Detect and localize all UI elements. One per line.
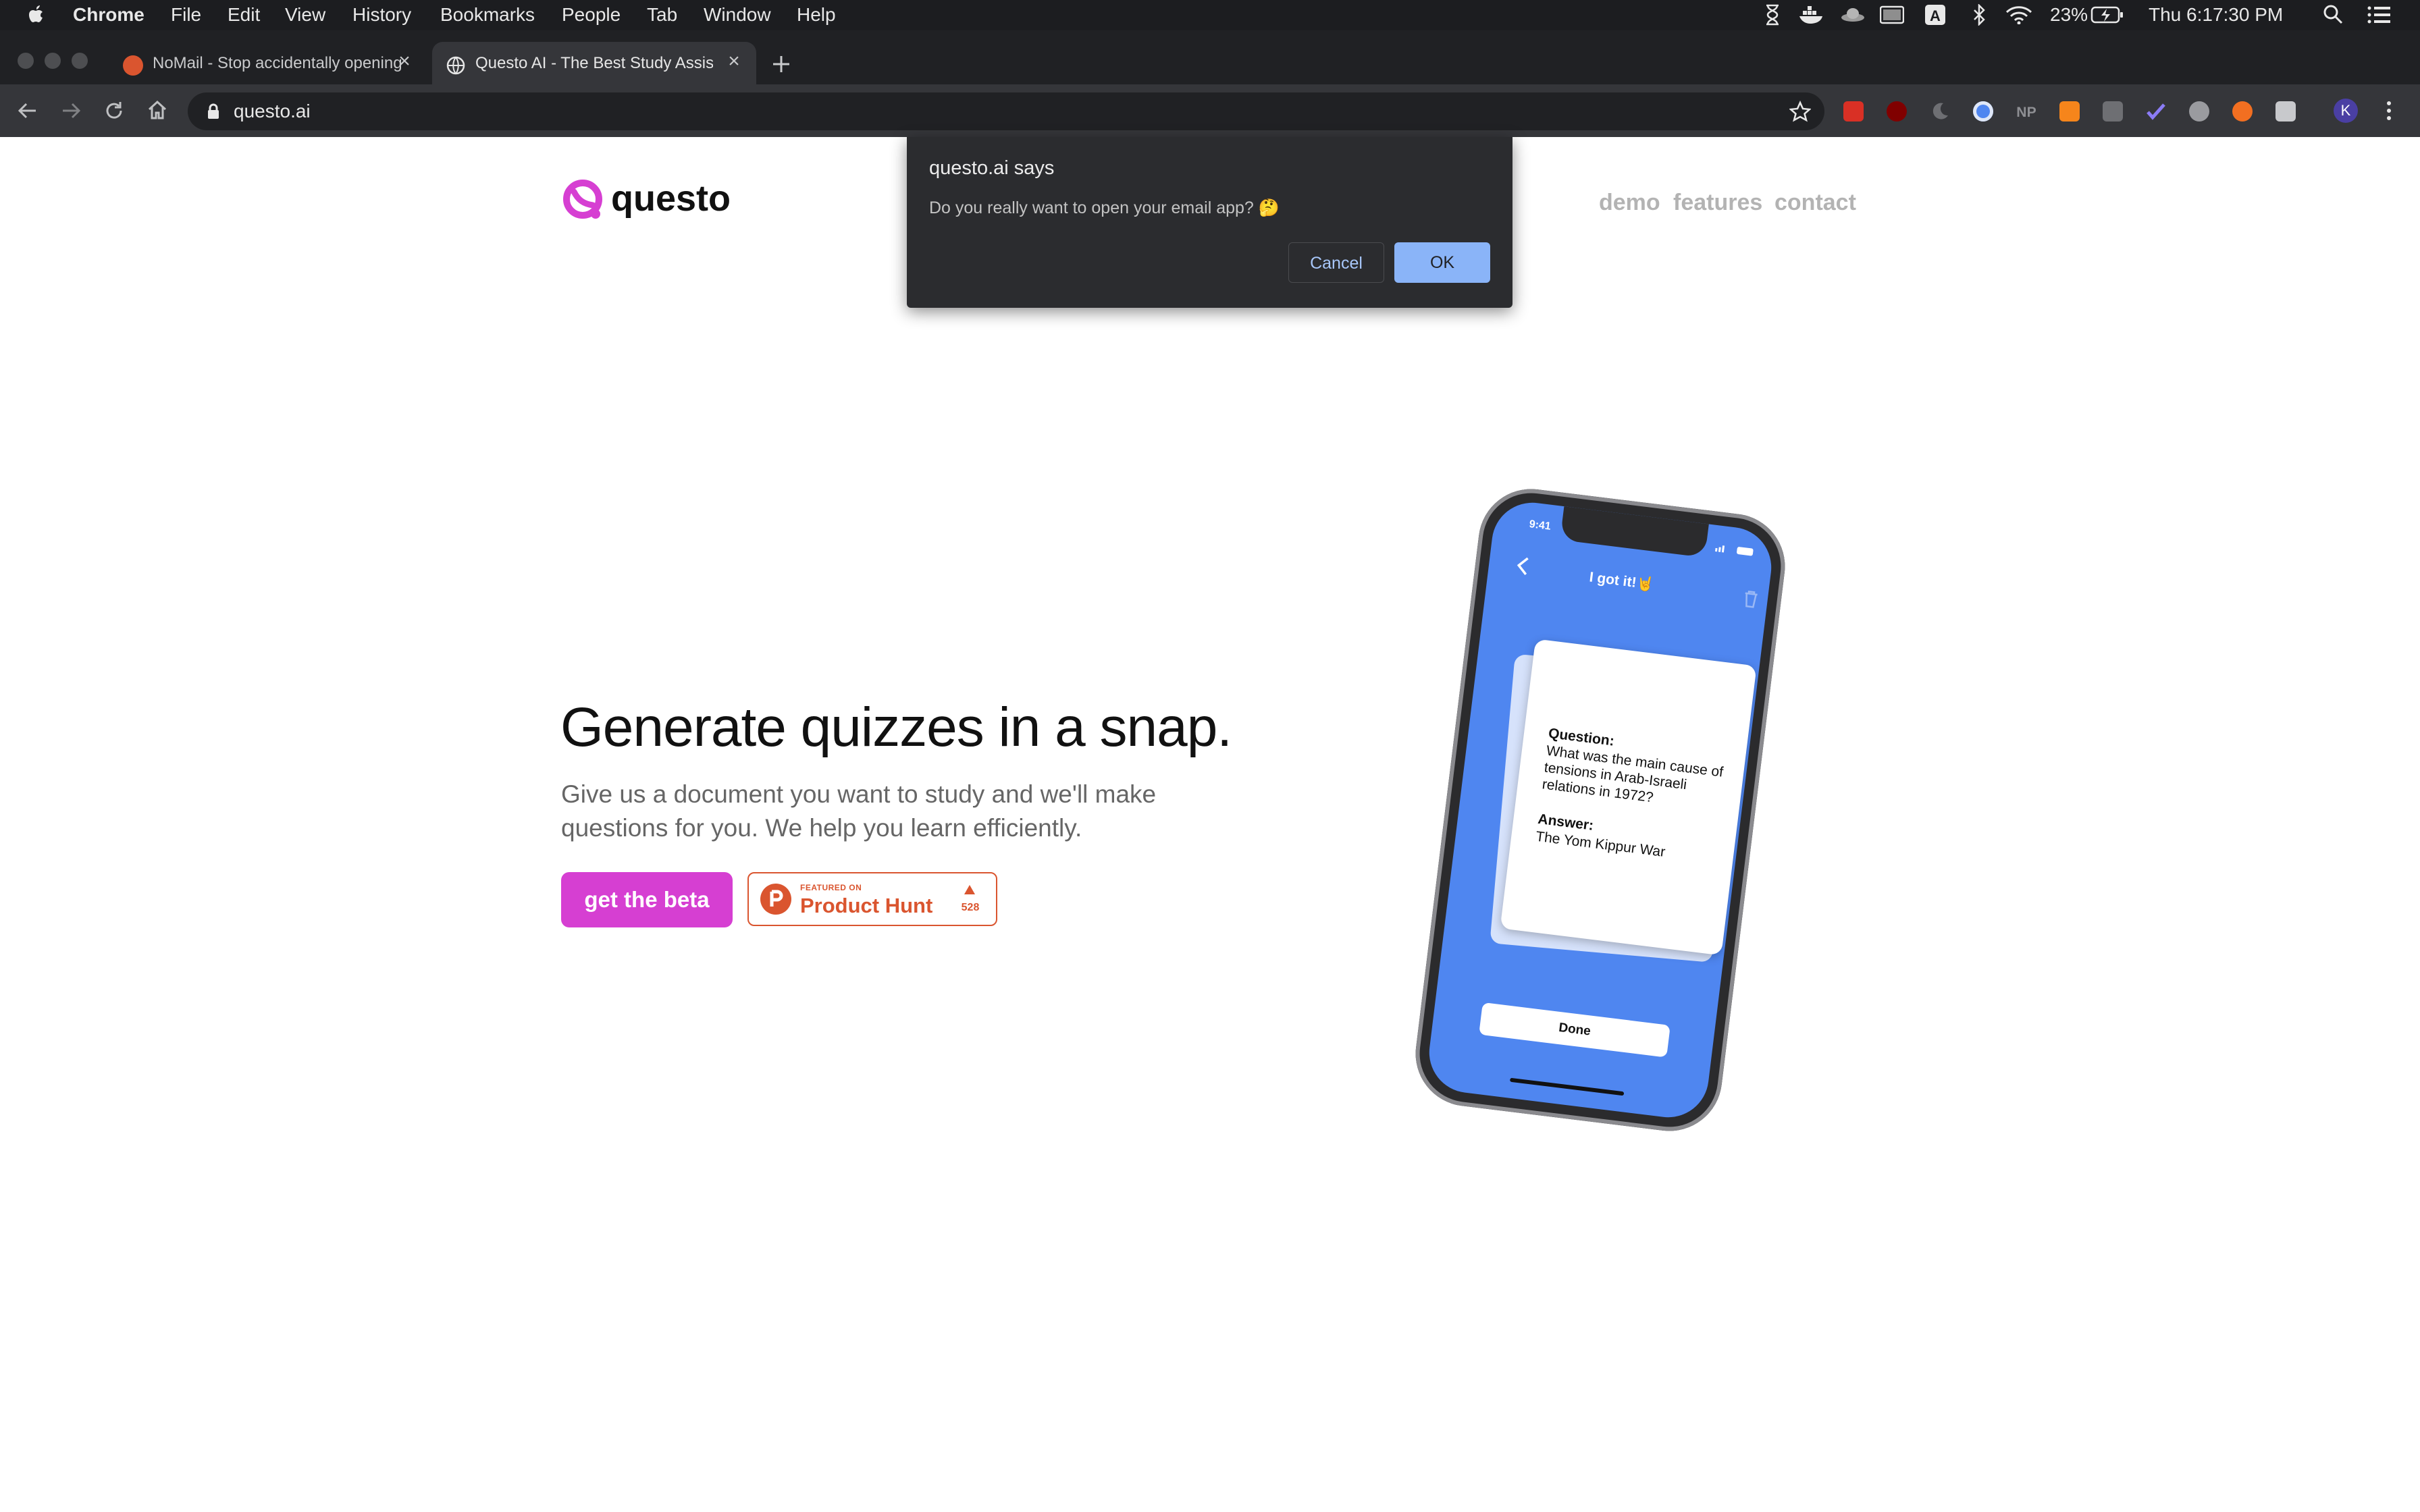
apple-icon[interactable] bbox=[27, 4, 46, 26]
tab-title: NoMail - Stop accidentally opening bbox=[153, 54, 402, 72]
menu-tab[interactable]: Tab bbox=[647, 3, 677, 27]
tab-questo[interactable]: Questo AI - The Best Study Assistant × bbox=[432, 42, 756, 85]
phone-header: I got it!🤘 bbox=[1588, 569, 1655, 593]
dialog-message: Do you really want to open your email ap… bbox=[929, 198, 1280, 217]
reload-icon[interactable] bbox=[104, 101, 124, 121]
crx-icon[interactable] bbox=[2103, 101, 2123, 122]
tab-title: Questo AI - The Best Study Assistant bbox=[475, 54, 713, 72]
battery-charging-icon[interactable] bbox=[2090, 5, 2124, 24]
menu-bookmarks[interactable]: Bookmarks bbox=[440, 3, 535, 27]
alert-dialog: questo.ai says Do you really want to ope… bbox=[907, 137, 1512, 308]
wifi-icon[interactable] bbox=[2005, 5, 2032, 24]
questo-logo-icon[interactable] bbox=[560, 177, 605, 221]
menu-people[interactable]: People bbox=[562, 3, 621, 27]
docker-icon[interactable] bbox=[1799, 5, 1824, 24]
metamask-icon[interactable] bbox=[2059, 101, 2080, 122]
hero-title: Generate quizzes in a snap. bbox=[560, 697, 1232, 758]
ph-vote-count: 528 bbox=[961, 902, 980, 913]
battery-percent: 23% bbox=[2050, 4, 2088, 25]
hat-icon[interactable] bbox=[1841, 7, 1865, 23]
dark-mode-icon[interactable] bbox=[1930, 101, 1950, 122]
extension-circle-icon[interactable] bbox=[1973, 101, 1993, 122]
bluetooth-icon[interactable] bbox=[1972, 4, 1987, 26]
menu-bar: Chrome File Edit View History Bookmarks … bbox=[0, 0, 2420, 30]
menu-view[interactable]: View bbox=[285, 3, 325, 27]
tab-nomail[interactable]: NoMail - Stop accidentally opening × bbox=[109, 42, 427, 85]
close-tab-icon[interactable]: × bbox=[724, 51, 744, 72]
window-zoom-button[interactable] bbox=[72, 53, 88, 69]
dialog-title: questo.ai says bbox=[929, 157, 1055, 179]
lastpass-icon[interactable] bbox=[1843, 101, 1864, 122]
ph-featured-label: FEATURED ON bbox=[800, 883, 862, 892]
menu-help[interactable]: Help bbox=[797, 3, 836, 27]
phone-trash-icon[interactable] bbox=[1742, 590, 1759, 609]
url-text[interactable]: questo.ai bbox=[234, 101, 311, 122]
product-hunt-badge[interactable]: FEATURED ON Product Hunt 528 bbox=[747, 872, 997, 926]
display-icon[interactable] bbox=[1880, 5, 1904, 24]
phone-back-icon[interactable] bbox=[1515, 555, 1531, 576]
get-beta-button[interactable]: get the beta bbox=[561, 872, 733, 927]
input-source-icon[interactable]: A bbox=[1924, 4, 1946, 26]
hero-subtitle: Give us a document you want to study and… bbox=[561, 780, 1157, 842]
new-tab-icon[interactable] bbox=[771, 54, 791, 74]
menu-clock[interactable]: Thu 6:17:30 PM bbox=[2149, 3, 2283, 27]
home-icon[interactable] bbox=[147, 99, 167, 121]
globe-icon bbox=[446, 56, 465, 75]
web-page bbox=[0, 137, 2420, 1512]
reader-extension-icon[interactable] bbox=[2276, 101, 2296, 122]
notification-center-icon[interactable] bbox=[2367, 5, 2392, 24]
menu-app-name[interactable]: Chrome bbox=[73, 3, 144, 27]
address-bar[interactable]: questo.ai bbox=[188, 92, 1824, 130]
more-menu-icon[interactable] bbox=[2384, 100, 2394, 122]
np-icon[interactable]: NP bbox=[2016, 101, 2036, 122]
forward-icon[interactable] bbox=[61, 101, 81, 121]
logo-text[interactable]: questo bbox=[611, 177, 731, 220]
hourglass-icon[interactable] bbox=[1764, 4, 1781, 26]
phone-time: 9:41 bbox=[1528, 518, 1552, 533]
window-minimize-button[interactable] bbox=[45, 53, 61, 69]
profile-avatar[interactable]: K bbox=[2334, 99, 2358, 123]
settings-extension-icon[interactable] bbox=[2189, 101, 2209, 122]
ok-button[interactable]: OK bbox=[1394, 242, 1490, 283]
cancel-button[interactable]: Cancel bbox=[1288, 242, 1384, 283]
phone-status-icons bbox=[1714, 545, 1754, 556]
flashcard[interactable]: Question: What was the main cause of ten… bbox=[1500, 639, 1757, 956]
menu-edit[interactable]: Edit bbox=[228, 3, 260, 27]
upvote-arrow-icon bbox=[964, 885, 975, 894]
bookmark-star-icon[interactable] bbox=[1789, 101, 1811, 122]
spotlight-search-icon[interactable] bbox=[2323, 4, 2343, 24]
ph-name: Product Hunt bbox=[800, 894, 933, 917]
lock-icon[interactable] bbox=[207, 103, 220, 119]
nav-demo[interactable]: demo bbox=[1599, 188, 1660, 217]
menu-history[interactable]: History bbox=[352, 3, 411, 27]
svg-text:A: A bbox=[1930, 7, 1941, 24]
orange-extension-icon[interactable] bbox=[2232, 101, 2253, 122]
svg-text:NP: NP bbox=[2016, 105, 2036, 120]
menu-file[interactable]: File bbox=[171, 3, 201, 27]
ublock-icon[interactable] bbox=[1887, 101, 1907, 122]
close-tab-icon[interactable]: × bbox=[394, 51, 415, 72]
back-icon[interactable] bbox=[18, 101, 38, 121]
nav-features[interactable]: features bbox=[1673, 188, 1762, 217]
home-indicator bbox=[1509, 1077, 1625, 1096]
product-hunt-icon bbox=[123, 55, 143, 76]
nav-contact[interactable]: contact bbox=[1774, 188, 1856, 217]
window-close-button[interactable] bbox=[18, 53, 34, 69]
checkmark-extension-icon[interactable] bbox=[2146, 101, 2166, 122]
menu-window[interactable]: Window bbox=[704, 3, 771, 27]
product-hunt-icon bbox=[760, 884, 791, 915]
done-button[interactable]: Done bbox=[1479, 1002, 1671, 1058]
